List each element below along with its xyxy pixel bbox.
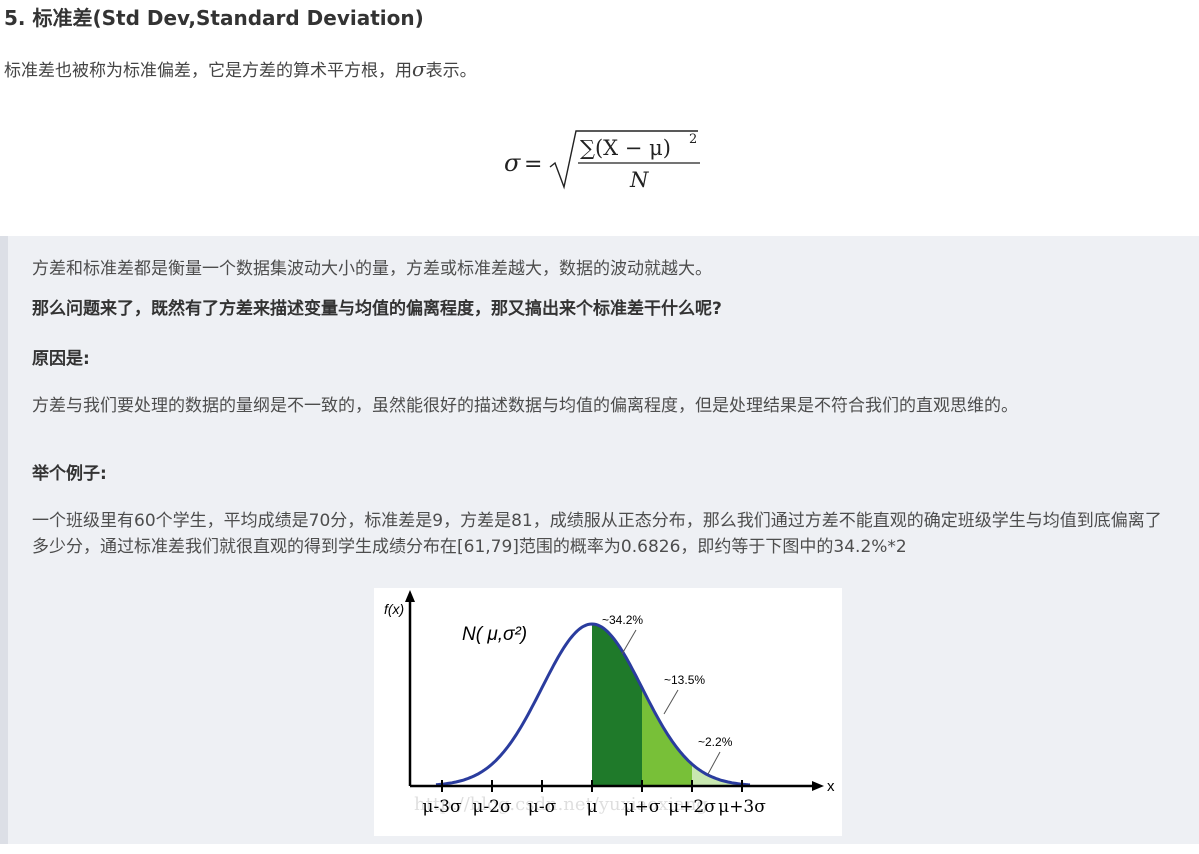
normal-distribution-figure: f(x) x N( μ,σ²) ~34.2% ~13.5% ~2.2% μ-3σ… <box>374 588 842 836</box>
band-label-2: ~13.5% <box>664 673 705 687</box>
quote-line-1: 方差和标准差都是衡量一个数据集波动大小的量，方差或标准差越大，数据的波动就越大。 <box>32 259 712 279</box>
band-label-3: ~2.2% <box>698 735 733 749</box>
blockquote: 方差和标准差都是衡量一个数据集波动大小的量，方差或标准差越大，数据的波动就越大。… <box>0 236 1199 844</box>
figure-watermark: http://blog.csdn.net/yuxiaoxiang <box>414 794 708 815</box>
reason-heading: 原因是: <box>32 349 90 369</box>
x-tick-label: μ+3σ <box>718 797 766 817</box>
formula-numerator: ∑(X − μ) <box>580 136 671 160</box>
band-label-1: ~34.2% <box>602 613 643 627</box>
formula-denominator: N <box>629 168 649 192</box>
quote-question: 那么问题来了，既然有了方差来描述变量与均值的偏离程度，那又搞出来个标准差干什么呢… <box>32 299 722 319</box>
curve-label: N( μ,σ²) <box>462 624 527 645</box>
example-heading: 举个例子: <box>32 464 107 484</box>
y-axis-label: f(x) <box>384 601 404 617</box>
intro-text-before: 标准差也被称为标准偏差，它是方差的算术平方根，用 <box>4 61 412 81</box>
example-text: 一个班级里有60个学生，平均成绩是70分，标准差是9，方差是81，成绩服从正态分… <box>32 511 1162 557</box>
formula-equals: = <box>524 152 542 177</box>
intro-paragraph: 标准差也被称为标准偏差，它是方差的算术平方根，用σ表示。 <box>4 56 477 81</box>
reason-text: 方差与我们要处理的数据的量纲是不一致的，虽然能很好的描述数据与均值的偏离程度，但… <box>32 396 1018 416</box>
sigma-symbol: σ <box>412 57 426 81</box>
formula-lhs: σ <box>504 149 521 177</box>
section-title: 5. 标准差(Std Dev,Standard Deviation) <box>4 6 424 30</box>
x-axis-label: x <box>827 778 835 795</box>
std-dev-formula: σ = ∑(X − μ) 2 N <box>504 130 700 192</box>
formula-exponent: 2 <box>689 132 697 147</box>
intro-text-after: 表示。 <box>425 61 477 81</box>
